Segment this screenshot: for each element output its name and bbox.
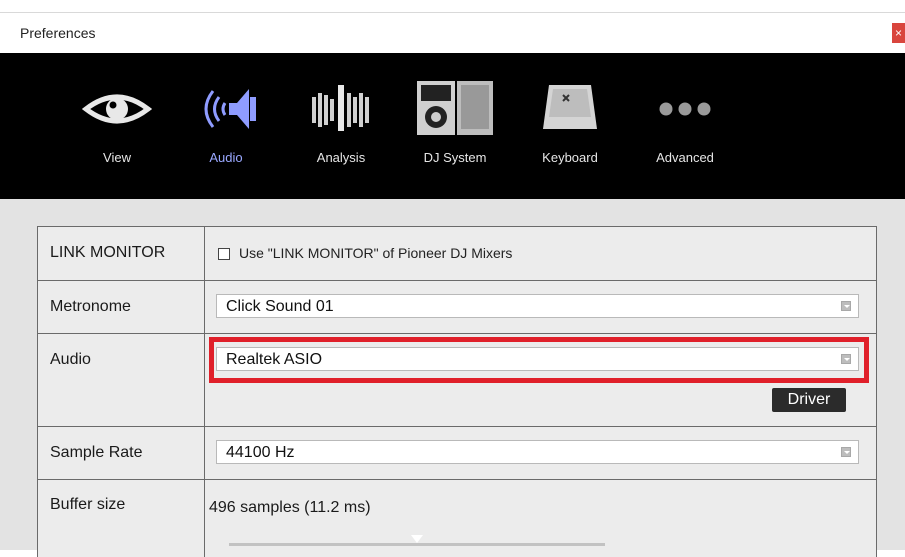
metronome-select[interactable]: Click Sound 01 <box>216 294 859 318</box>
chevron-down-icon <box>841 354 851 364</box>
buffer-size-slider-handle[interactable] <box>411 535 423 543</box>
link-monitor-row: LINK MONITOR Use "LINK MONITOR" of Pione… <box>38 227 876 281</box>
tab-analysis-label: Analysis <box>316 150 366 165</box>
tab-advanced[interactable]: Advanced <box>645 53 725 199</box>
tab-audio-label: Audio <box>209 150 243 165</box>
link-monitor-checkbox-label: Use "LINK MONITOR" of Pioneer DJ Mixers <box>239 245 513 261</box>
audio-label: Audio <box>50 351 91 368</box>
eye-icon <box>77 79 157 137</box>
keyboard-key-icon <box>530 79 610 137</box>
title-bar: Preferences × <box>0 13 905 53</box>
tab-keyboard[interactable]: Keyboard <box>530 53 610 199</box>
settings-content: LINK MONITOR Use "LINK MONITOR" of Pione… <box>0 199 905 557</box>
waveform-icon <box>301 79 381 137</box>
tab-keyboard-label: Keyboard <box>542 150 598 165</box>
close-icon: × <box>894 26 902 40</box>
tab-dj-system-label: DJ System <box>423 150 487 165</box>
audio-select[interactable]: Realtek ASIO <box>216 347 859 371</box>
sample-rate-label: Sample Rate <box>50 444 143 461</box>
metronome-row: Metronome Click Sound 01 <box>38 280 876 334</box>
tab-advanced-label: Advanced <box>656 150 714 165</box>
chevron-down-icon <box>841 447 851 457</box>
tab-audio[interactable]: Audio <box>186 53 266 199</box>
tab-analysis[interactable]: Analysis <box>301 53 381 199</box>
audio-row: Audio Realtek ASIO Driver <box>38 333 876 427</box>
audio-settings-table: LINK MONITOR Use "LINK MONITOR" of Pione… <box>37 226 877 557</box>
dj-system-icon <box>415 79 495 137</box>
driver-button[interactable]: Driver <box>772 388 846 412</box>
metronome-value: Click Sound 01 <box>226 298 334 315</box>
buffer-size-row: Buffer size 496 samples (11.2 ms) <box>38 479 876 557</box>
sample-rate-select[interactable]: 44100 Hz <box>216 440 859 464</box>
buffer-size-slider[interactable] <box>229 543 605 546</box>
tab-dj-system[interactable]: DJ System <box>415 53 495 199</box>
more-dots-icon <box>645 79 725 137</box>
sample-rate-value: 44100 Hz <box>226 444 295 461</box>
link-monitor-label: LINK MONITOR <box>50 244 166 261</box>
chevron-down-icon <box>841 301 851 311</box>
preferences-toolbar: View Audio Analysis DJ System Keyboard A… <box>0 53 905 199</box>
audio-value: Realtek ASIO <box>226 351 323 368</box>
link-monitor-checkbox[interactable] <box>218 248 230 260</box>
window-title: Preferences <box>20 25 96 41</box>
metronome-label: Metronome <box>50 298 131 315</box>
tab-view[interactable]: View <box>77 53 157 199</box>
buffer-size-label: Buffer size <box>50 496 126 513</box>
speaker-icon <box>186 79 266 137</box>
tab-view-label: View <box>103 150 131 165</box>
close-button[interactable]: × <box>892 23 905 43</box>
buffer-size-value: 496 samples (11.2 ms) <box>209 499 371 516</box>
sample-rate-row: Sample Rate 44100 Hz <box>38 426 876 480</box>
